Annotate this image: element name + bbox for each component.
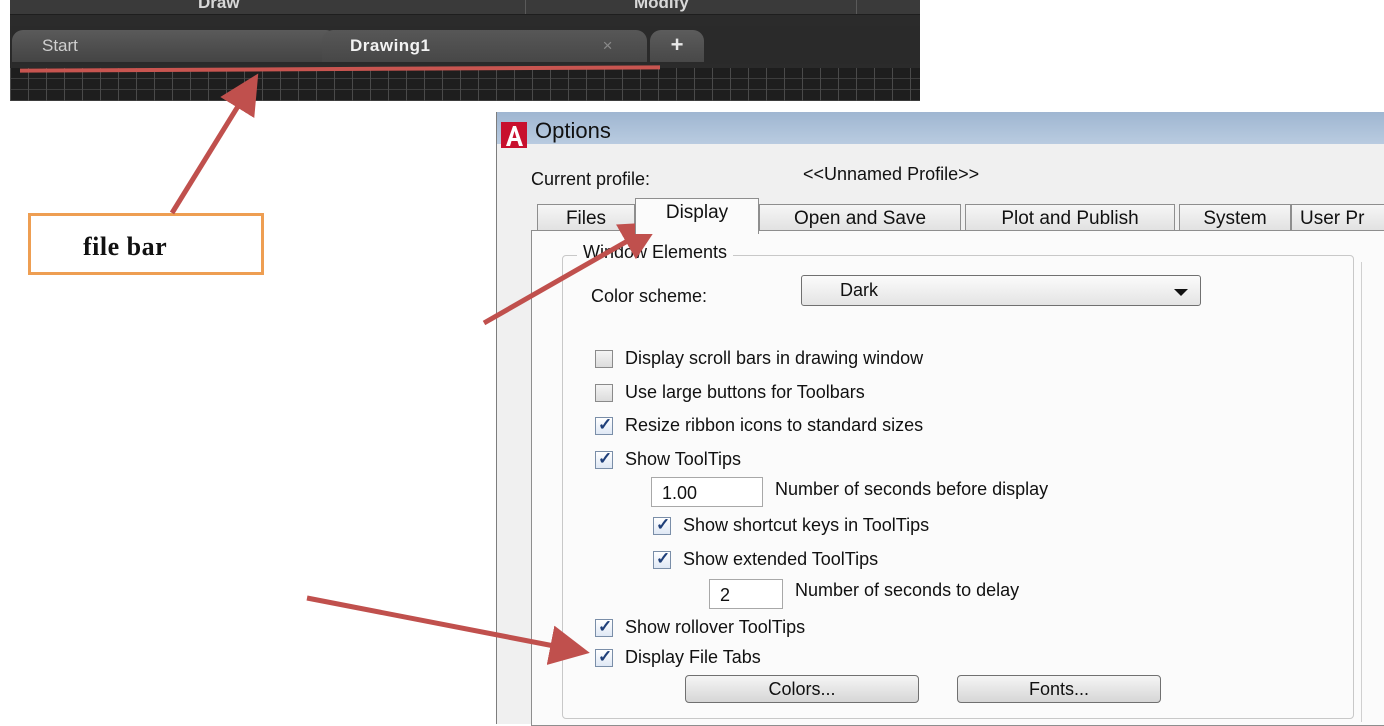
color-scheme-label: Color scheme:	[591, 286, 708, 306]
color-scheme-value: Dark	[840, 280, 879, 300]
tab-plot-and-publish[interactable]: Plot and Publish	[965, 204, 1175, 232]
options-dialog: Options Current profile: <<Unnamed Profi…	[496, 112, 1384, 726]
colors-button[interactable]: Colors...	[685, 675, 919, 703]
tab-files[interactable]: Files	[537, 204, 635, 232]
file-tab-label: Drawing1	[350, 36, 431, 55]
extended-delay-input[interactable]: 2	[709, 579, 783, 609]
checkbox-checked[interactable]	[595, 617, 613, 637]
ribbon-separator	[856, 0, 857, 14]
tab-open-and-save[interactable]: Open and Save	[759, 204, 961, 232]
ribbon-panel-modify[interactable]: Modify	[634, 0, 689, 13]
checkbox-checked[interactable]	[653, 515, 671, 535]
autocad-window-crop: Draw Modify Start Drawing1 × +	[10, 0, 920, 101]
file-bar-callout: file bar	[28, 213, 264, 275]
checkbox-unchecked[interactable]	[595, 350, 613, 368]
new-tab-plus-icon[interactable]: +	[650, 30, 704, 62]
autocad-logo-icon	[501, 122, 527, 148]
tab-display[interactable]: Display	[635, 198, 759, 234]
option-label: Resize ribbon icons to standard sizes	[625, 415, 924, 435]
option-label: Display scroll bars in drawing window	[625, 348, 924, 368]
tooltip-delay-input[interactable]: 1.00	[651, 477, 763, 507]
tooltip-delay-label: Number of seconds before display	[775, 479, 1049, 499]
checkbox-checked[interactable]	[653, 549, 671, 569]
checkbox-checked[interactable]	[595, 415, 613, 435]
tab-system[interactable]: System	[1179, 204, 1291, 232]
checkbox-checked[interactable]	[595, 647, 613, 667]
option-label: Show shortcut keys in ToolTips	[683, 515, 930, 535]
option-label: Show ToolTips	[625, 449, 742, 469]
dialog-title: Options	[535, 118, 611, 143]
file-tab-label: Start	[42, 36, 78, 55]
checkbox-unchecked[interactable]	[595, 384, 613, 402]
current-profile-value: <<Unnamed Profile>>	[803, 164, 980, 184]
option-label: Show extended ToolTips	[683, 549, 879, 569]
arrow-to-file-bar	[169, 73, 259, 215]
extended-delay-label: Number of seconds to delay	[795, 580, 1020, 600]
dialog-right-panel-edge	[1361, 262, 1382, 722]
ribbon-panel-draw[interactable]: Draw	[198, 0, 240, 13]
dialog-titlebar[interactable]: Options	[497, 112, 1384, 148]
ribbon-panel-titles: Draw Modify	[10, 0, 920, 15]
group-title: Window Elements	[577, 242, 734, 263]
option-label: Use large buttons for Toolbars	[625, 382, 865, 402]
file-tab-drawing1[interactable]: Drawing1 ×	[322, 30, 647, 62]
callout-label: file bar	[83, 232, 168, 261]
option-label: Show rollover ToolTips	[625, 617, 806, 637]
color-scheme-dropdown[interactable]: Dark	[801, 275, 1201, 306]
drawing-canvas[interactable]	[10, 68, 920, 101]
ribbon-separator	[525, 0, 526, 14]
file-tab-bar: Start Drawing1 × +	[10, 26, 920, 64]
current-profile-label: Current profile:	[531, 169, 651, 189]
checkbox-checked[interactable]	[595, 449, 613, 469]
option-label: Display File Tabs	[625, 647, 761, 667]
tab-user-preferences[interactable]: User Pr	[1291, 204, 1384, 232]
close-icon[interactable]: ×	[603, 36, 613, 56]
chevron-down-icon	[1174, 289, 1188, 296]
file-tab-start[interactable]: Start	[12, 30, 337, 62]
fonts-button[interactable]: Fonts...	[957, 675, 1161, 703]
